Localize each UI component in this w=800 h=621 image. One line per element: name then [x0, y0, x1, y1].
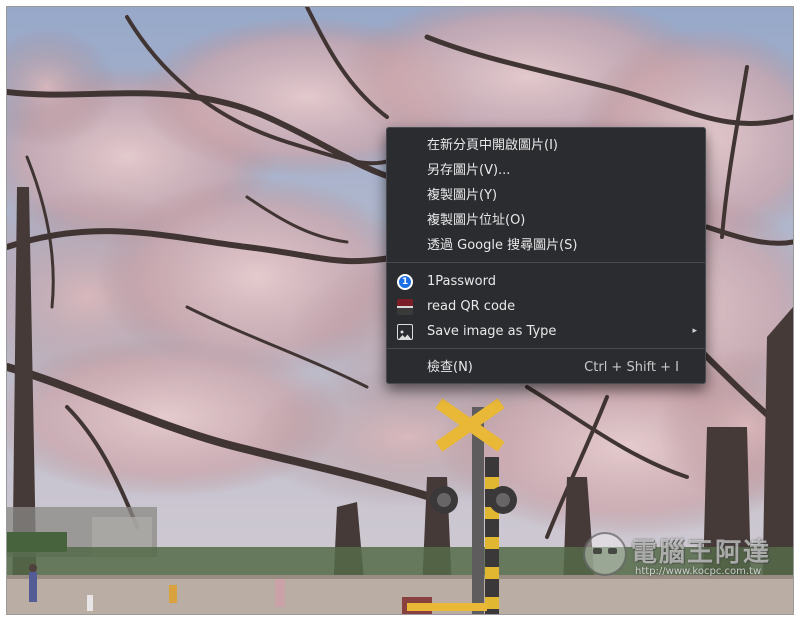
menu-item-search-image-google[interactable]: 透過 Google 搜尋圖片(S) [387, 233, 705, 258]
menu-item-label: 1Password [427, 274, 496, 289]
menu-item-inspect[interactable]: 檢查(N) Ctrl + Shift + I [387, 355, 705, 380]
mascot-face-logo [583, 532, 627, 576]
menu-item-label: 複製圖片位址(O) [427, 213, 526, 228]
menu-item-1password[interactable]: 1 1Password [387, 269, 705, 294]
menu-item-label: 透過 Google 搜尋圖片(S) [427, 238, 578, 253]
qr-code-icon [397, 299, 413, 315]
menu-item-open-image-new-tab[interactable]: 在新分頁中開啟圖片(I) [387, 133, 705, 158]
context-menu: 在新分頁中開啟圖片(I) 另存圖片(V)... 複製圖片(Y) 複製圖片位址(O… [386, 127, 706, 384]
menu-item-read-qr-code[interactable]: read QR code [387, 294, 705, 319]
watermark-url: http://www.kocpc.com.tw [635, 566, 762, 577]
menu-item-label: 檢查(N) [427, 360, 473, 375]
menu-item-label: 複製圖片(Y) [427, 188, 498, 203]
image-icon [397, 324, 413, 340]
submenu-arrow-icon: ▸ [692, 326, 697, 336]
menu-item-save-image-as[interactable]: 另存圖片(V)... [387, 158, 705, 183]
menu-item-save-image-as-type[interactable]: Save image as Type ▸ [387, 319, 705, 344]
menu-item-copy-image-address[interactable]: 複製圖片位址(O) [387, 208, 705, 233]
shortcut-label: Ctrl + Shift + I [584, 360, 679, 375]
menu-item-label: 在新分頁中開啟圖片(I) [427, 138, 558, 153]
menu-separator [387, 262, 705, 263]
menu-item-copy-image[interactable]: 複製圖片(Y) [387, 183, 705, 208]
site-watermark: 電腦王阿達 http://www.kocpc.com.tw [583, 530, 788, 584]
menu-separator [387, 348, 705, 349]
screenshot-frame: 電腦王阿達 http://www.kocpc.com.tw 在新分頁中開啟圖片(… [0, 0, 800, 621]
menu-item-label: 另存圖片(V)... [427, 163, 511, 178]
watermark-title: 電腦王阿達 [631, 538, 772, 568]
menu-item-label: read QR code [427, 299, 516, 314]
1password-icon: 1 [397, 274, 413, 290]
menu-item-label: Save image as Type [427, 324, 557, 339]
